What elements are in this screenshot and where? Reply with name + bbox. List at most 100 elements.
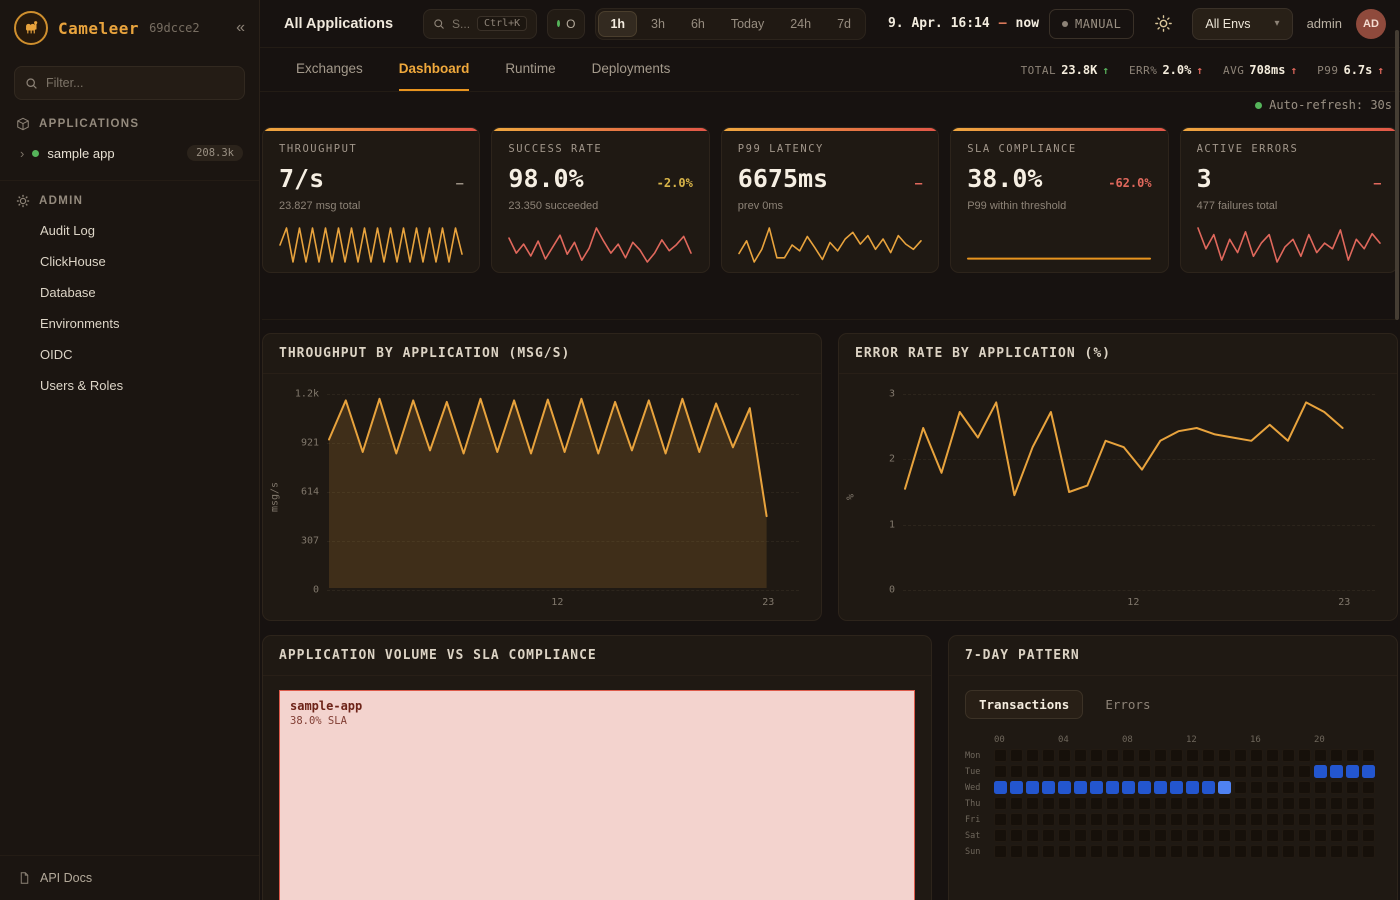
env-selector-dropdown[interactable]: All Envs ▾ <box>1192 8 1292 40</box>
time-window-display[interactable]: 9. Apr. 16:14 – now <box>888 16 1039 31</box>
topbar-right-cluster: MANUAL All Envs ▾ admin AD <box>1049 8 1386 40</box>
kpi-card-p99-latency[interactable]: P99 LATENCY 6675ms – prev 0ms <box>721 127 939 273</box>
kpi-row: THROUGHPUT 7/s – 23.827 msg total SUCCES… <box>262 127 1398 273</box>
range-today[interactable]: Today <box>719 11 776 37</box>
tab-exchanges[interactable]: Exchanges <box>296 48 363 91</box>
sidebar-spacer <box>0 401 259 855</box>
chart-title: THROUGHPUT BY APPLICATION (MSG/S) <box>263 334 821 374</box>
throughput-chart: msg/s 1.2k 921 614 307 0 12 <box>263 374 821 620</box>
y-tick: 307 <box>301 536 319 547</box>
heatmap-cell <box>1250 813 1263 826</box>
sidebar-item-clickhouse[interactable]: ClickHouse <box>0 246 259 277</box>
heatmap-cell <box>1026 829 1039 842</box>
manual-dot-icon <box>1062 21 1068 27</box>
heatmap-cell <box>1042 829 1055 842</box>
heatmap-cell <box>1122 813 1135 826</box>
heatmap-day-label: Sun <box>965 847 991 857</box>
heatmap-cell <box>1010 749 1023 762</box>
heatmap-cell <box>1058 765 1071 778</box>
tab-dashboard[interactable]: Dashboard <box>399 48 470 91</box>
y-tick: 0 <box>313 585 319 596</box>
sidebar-item-audit-log[interactable]: Audit Log <box>0 215 259 246</box>
heatmap-cell <box>1346 749 1359 762</box>
connection-status-pill[interactable]: O <box>547 9 585 39</box>
heatmap-cell <box>1250 829 1263 842</box>
kpi-card-active-errors[interactable]: ACTIVE ERRORS 3 – 477 failures total <box>1180 127 1398 273</box>
heatmap-cell <box>1026 749 1039 762</box>
kpi-card-sla-compliance[interactable]: SLA COMPLIANCE 38.0% -62.0% P99 within t… <box>950 127 1168 273</box>
range-3h[interactable]: 3h <box>639 11 677 37</box>
manual-refresh-button[interactable]: MANUAL <box>1049 9 1134 39</box>
y-tick: 614 <box>301 487 319 498</box>
heatmap-cell <box>1218 829 1231 842</box>
y-tick: 2 <box>889 454 895 465</box>
range-6h[interactable]: 6h <box>679 11 717 37</box>
heatmap-cell <box>1042 797 1055 810</box>
sun-icon <box>1155 15 1172 32</box>
expand-chevron-icon[interactable]: › <box>20 146 24 161</box>
toggle-transactions[interactable]: Transactions <box>965 690 1083 719</box>
api-docs-link[interactable]: API Docs <box>0 855 259 900</box>
avatar[interactable]: AD <box>1356 9 1386 39</box>
kpi-card-success-rate[interactable]: SUCCESS RATE 98.0% -2.0% 23.350 succeede… <box>491 127 709 273</box>
sidebar-collapse-button[interactable]: « <box>236 19 245 37</box>
global-search[interactable]: S... Ctrl+K <box>423 9 537 39</box>
heatmap-cell <box>1074 845 1087 858</box>
heatmap-cell <box>1186 845 1199 858</box>
heatmap-cell <box>1042 845 1055 858</box>
heatmap-cell <box>1186 765 1199 778</box>
kpi-card-throughput[interactable]: THROUGHPUT 7/s – 23.827 msg total <box>262 127 480 273</box>
treemap-card: APPLICATION VOLUME VS SLA COMPLIANCE sam… <box>262 635 932 900</box>
heatmap-day-label: Thu <box>965 799 991 809</box>
sidebar-header: Cameleer 69dcce2 « <box>0 0 259 56</box>
heatmap-cell <box>1170 797 1183 810</box>
y-tick: 3 <box>889 389 895 400</box>
heatmap-cell <box>1250 749 1263 762</box>
scrollbar-thumb[interactable] <box>1395 30 1399 320</box>
y-tick: 1.2k <box>295 389 319 400</box>
kpi-delta: – <box>456 176 463 190</box>
tab-runtime[interactable]: Runtime <box>505 48 555 91</box>
theme-toggle-button[interactable] <box>1148 9 1178 39</box>
sidebar-item-oidc[interactable]: OIDC <box>0 339 259 370</box>
toggle-errors[interactable]: Errors <box>1091 690 1164 719</box>
filter-input[interactable] <box>46 76 234 90</box>
heatmap-cell <box>1218 781 1231 794</box>
heatmap-cell <box>1122 749 1135 762</box>
heatmap-cell <box>1346 781 1359 794</box>
heatmap-cell <box>994 845 1007 858</box>
applications-label-text: APPLICATIONS <box>39 118 139 130</box>
stat-label: P99 <box>1317 64 1338 77</box>
heatmap-cell <box>1106 813 1119 826</box>
sidebar-item-users-roles[interactable]: Users & Roles <box>0 370 259 401</box>
gear-icon <box>16 194 30 208</box>
range-7d[interactable]: 7d <box>825 11 863 37</box>
heatmap-cell <box>1042 781 1055 794</box>
heatmap-cell <box>1362 845 1375 858</box>
heatmap-cell <box>1154 781 1167 794</box>
heatmap-cell <box>1202 813 1215 826</box>
heatmap-hour-label: 08 <box>1122 735 1183 745</box>
heatmap-cell <box>1330 797 1343 810</box>
range-1h[interactable]: 1h <box>598 11 637 37</box>
heatmap-cell <box>1010 765 1023 778</box>
x-tick: 12 <box>1127 597 1139 608</box>
heatmap-cell <box>1330 829 1343 842</box>
heatmap-cell <box>1186 829 1199 842</box>
heatmap-cell <box>1362 749 1375 762</box>
sidebar-filter <box>14 66 245 100</box>
tab-deployments[interactable]: Deployments <box>592 48 671 91</box>
heatmap-cell <box>1362 781 1375 794</box>
kpi-sparkline <box>507 226 693 264</box>
range-24h[interactable]: 24h <box>778 11 823 37</box>
sidebar-item-database[interactable]: Database <box>0 277 259 308</box>
sidebar-item-sample-app[interactable]: › sample app 208.3k <box>0 138 259 168</box>
heatmap-cell <box>1234 829 1247 842</box>
heatmap-cell <box>1170 749 1183 762</box>
treemap-node-sample-app[interactable]: sample-app 38.0% SLA <box>279 690 915 900</box>
heatmap-cell <box>1170 813 1183 826</box>
sidebar-item-environments[interactable]: Environments <box>0 308 259 339</box>
kpi-sparkline <box>737 226 923 264</box>
heatmap-cell <box>1346 765 1359 778</box>
stat-label: TOTAL <box>1021 64 1057 77</box>
